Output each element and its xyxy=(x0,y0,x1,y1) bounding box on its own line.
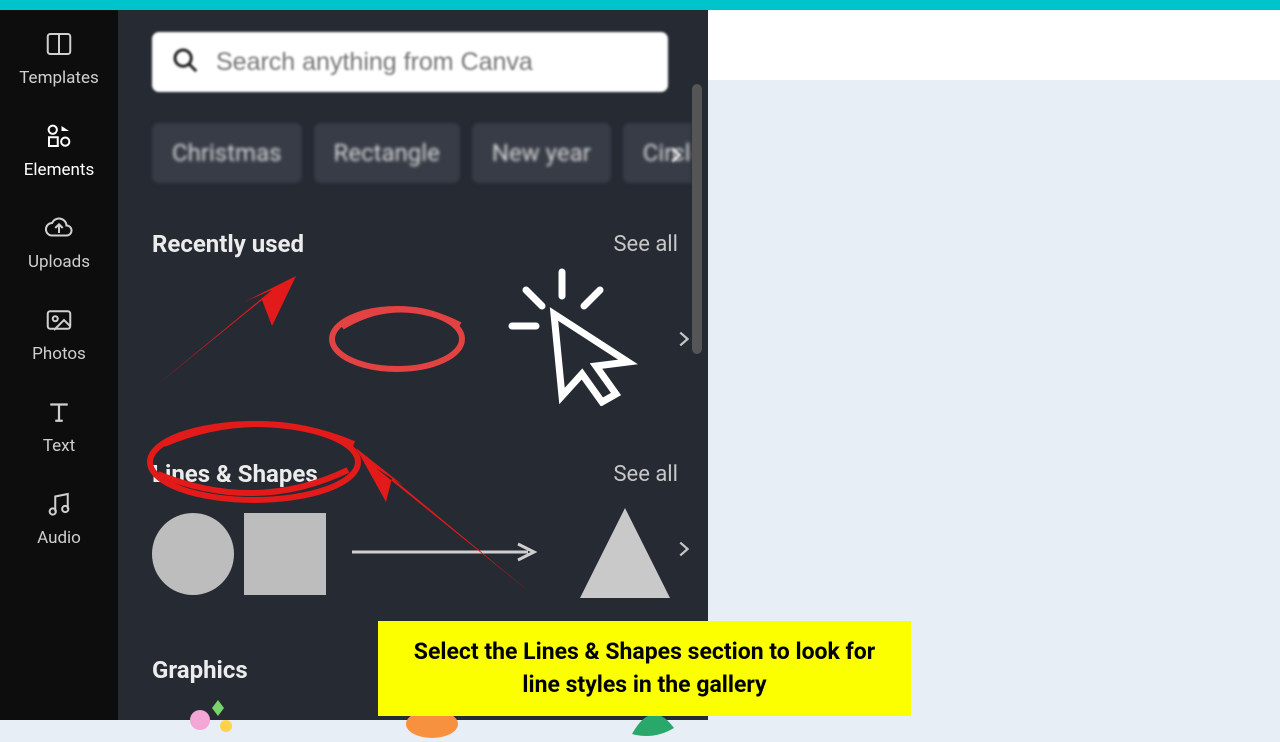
sidebar-item-label: Templates xyxy=(19,68,99,88)
element-red-arrow[interactable] xyxy=(152,270,302,394)
recent-scroll-right-icon[interactable] xyxy=(672,322,694,360)
elements-panel: Christmas Rectangle New year Circle Rece… xyxy=(118,10,708,720)
element-line-arrow[interactable] xyxy=(350,542,540,566)
sidebar-item-label: Uploads xyxy=(28,252,90,272)
element-red-circle-scribble[interactable] xyxy=(322,292,472,386)
see-all-recent[interactable]: See all xyxy=(613,232,678,257)
chip-rectangle[interactable]: Rectangle xyxy=(314,123,460,183)
text-icon xyxy=(41,396,77,428)
element-cursor-click[interactable] xyxy=(492,266,652,410)
search-input[interactable] xyxy=(216,48,650,77)
sidebar-item-label: Text xyxy=(43,436,75,456)
sidebar-item-photos[interactable]: Photos xyxy=(0,286,118,378)
sidebar-item-elements[interactable]: Elements xyxy=(0,102,118,194)
sidebar-item-audio[interactable]: Audio xyxy=(0,470,118,562)
sidebar-item-uploads[interactable]: Uploads xyxy=(0,194,118,286)
lines-scroll-right-icon[interactable] xyxy=(672,532,694,570)
chip-christmas[interactable]: Christmas xyxy=(152,123,302,183)
sidebar-item-label: Photos xyxy=(32,344,86,364)
search-input-container[interactable] xyxy=(152,32,668,92)
recent-items-row xyxy=(152,270,752,390)
section-header-lines-shapes[interactable]: Lines & Shapes xyxy=(152,460,318,488)
elements-icon xyxy=(41,120,77,152)
section-header-graphics[interactable]: Graphics xyxy=(152,656,248,684)
chip-new-year[interactable]: New year xyxy=(472,123,611,183)
sidebar-item-text[interactable]: Text xyxy=(0,378,118,470)
uploads-icon xyxy=(41,212,77,244)
top-accent-bar xyxy=(0,0,1280,10)
see-all-lines-shapes[interactable]: See all xyxy=(613,462,678,487)
panel-scrollbar[interactable] xyxy=(692,84,702,354)
sidebar-item-label: Elements xyxy=(24,160,94,180)
section-header-recent[interactable]: Recently used xyxy=(152,230,304,258)
chip-scroll-right-icon[interactable] xyxy=(664,138,686,176)
lines-shapes-row xyxy=(152,504,752,604)
sidebar-rail: Templates Elements Uploads Photos Text A… xyxy=(0,10,118,720)
element-graphic-sparkle[interactable] xyxy=(178,698,242,742)
audio-icon xyxy=(41,488,77,520)
annotation-callout: Select the Lines & Shapes section to loo… xyxy=(378,621,911,716)
element-triangle-shape[interactable] xyxy=(580,508,670,598)
editor-toolbar-area xyxy=(708,10,1280,80)
templates-icon xyxy=(41,28,77,60)
element-circle-shape[interactable] xyxy=(152,513,234,595)
search-chip-row[interactable]: Christmas Rectangle New year Circle xyxy=(152,120,692,186)
photos-icon xyxy=(41,304,77,336)
sidebar-item-label: Audio xyxy=(37,528,81,548)
search-icon xyxy=(170,45,216,79)
sidebar-item-templates[interactable]: Templates xyxy=(0,10,118,102)
element-square-shape[interactable] xyxy=(244,513,326,595)
